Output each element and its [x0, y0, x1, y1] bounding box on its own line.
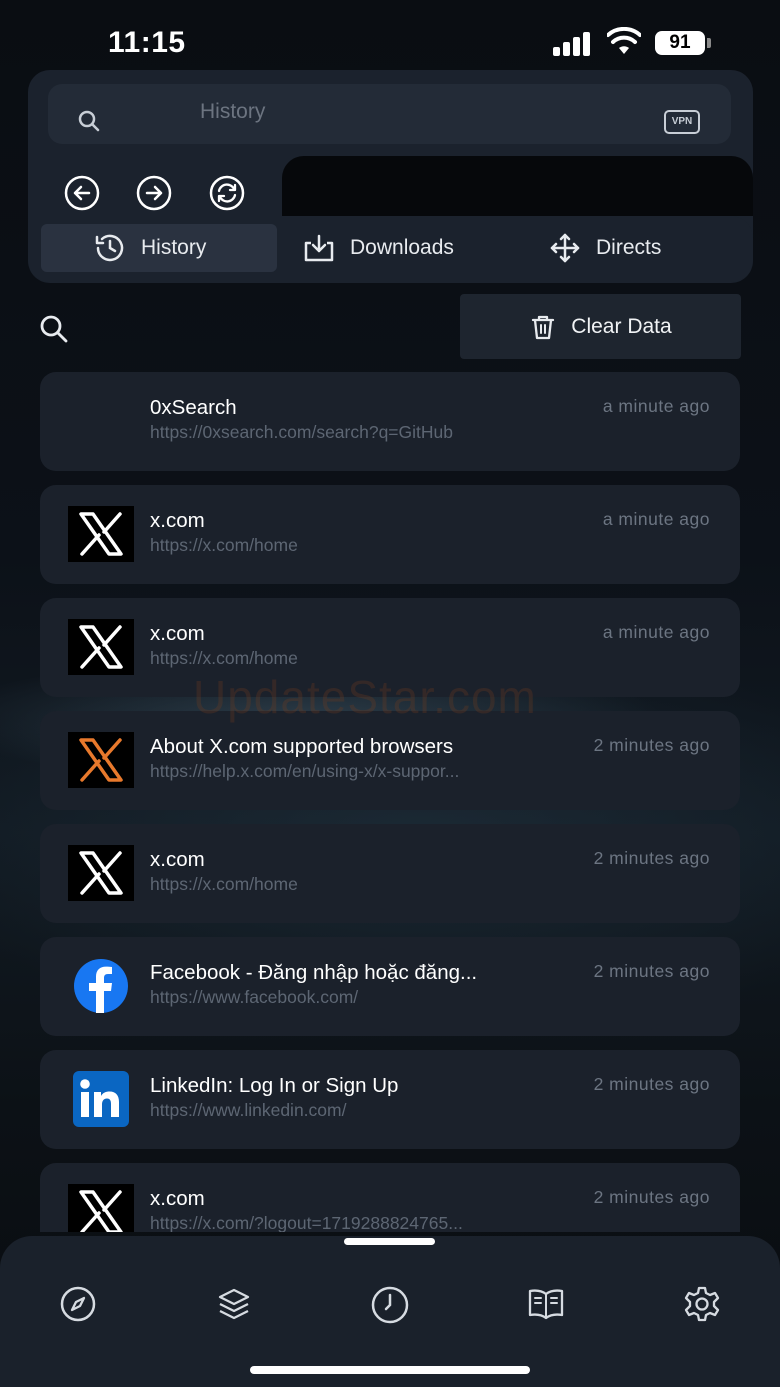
trash-icon — [532, 315, 555, 339]
x-logo-orange-icon — [68, 732, 134, 788]
history-item-url: https://www.linkedin.com/ — [150, 1100, 347, 1120]
settings-icon[interactable] — [682, 1284, 722, 1324]
x-logo-icon — [68, 506, 134, 562]
history-item-url: https://help.x.com/en/using-x/x-suppor..… — [150, 761, 460, 781]
history-item-url: https://x.com/?logout=1719288824765... — [150, 1213, 463, 1232]
battery-indicator: 91 — [655, 31, 705, 55]
search-icon[interactable] — [38, 313, 70, 345]
drag-handle[interactable] — [344, 1238, 435, 1245]
history-item-title: x.com — [150, 622, 205, 645]
history-item-title: x.com — [150, 1187, 205, 1210]
history-item[interactable]: Facebook - Đăng nhập hoặc đăng... https:… — [40, 937, 740, 1036]
clear-data-label: Clear Data — [571, 314, 672, 338]
clock-icon[interactable] — [370, 1284, 410, 1324]
history-item-url: https://0xsearch.com/search?q=GitHub — [150, 422, 453, 442]
tab-downloads-label: Downloads — [350, 236, 454, 259]
x-logo-icon — [68, 1184, 134, 1232]
reload-icon[interactable] — [208, 174, 246, 212]
panel-cutout — [282, 156, 753, 216]
history-item-time: 2 minutes ago — [593, 848, 710, 868]
vpn-icon[interactable]: VPN — [664, 110, 700, 134]
search-icon — [78, 110, 100, 132]
history-item[interactable]: x.com https://x.com/home 2 minutes ago — [40, 824, 740, 923]
compass-icon[interactable] — [58, 1284, 98, 1324]
history-item[interactable]: About X.com supported browsers https://h… — [40, 711, 740, 810]
tab-directs[interactable]: Directs — [548, 224, 738, 272]
history-list: 0xSearch https://0xsearch.com/search?q=G… — [40, 372, 740, 1232]
wifi-icon — [607, 27, 641, 54]
forward-icon[interactable] — [135, 174, 173, 212]
history-item-url: https://x.com/home — [150, 648, 298, 668]
history-item[interactable]: LinkedIn: Log In or Sign Up https://www.… — [40, 1050, 740, 1149]
history-item[interactable]: x.com https://x.com/?logout=171928882476… — [40, 1163, 740, 1232]
history-item[interactable]: 0xSearch https://0xsearch.com/search?q=G… — [40, 372, 740, 471]
history-item-time: a minute ago — [602, 396, 710, 416]
history-item-title: x.com — [150, 848, 205, 871]
tab-history[interactable]: History — [41, 224, 277, 272]
history-item-time: 2 minutes ago — [593, 1187, 710, 1207]
x-logo-icon — [68, 845, 134, 901]
facebook-icon — [74, 959, 128, 1013]
home-indicator — [250, 1366, 530, 1374]
address-bar[interactable] — [48, 84, 731, 144]
download-icon — [304, 234, 334, 262]
book-icon[interactable] — [526, 1284, 566, 1324]
layers-icon[interactable] — [214, 1284, 254, 1324]
tab-downloads[interactable]: Downloads — [302, 224, 502, 272]
clear-data-button[interactable]: Clear Data — [460, 294, 741, 359]
history-item-title: 0xSearch — [150, 396, 237, 419]
history-item-url: https://x.com/home — [150, 535, 298, 555]
status-bar: 11:15 91 — [0, 0, 780, 80]
tab-history-label: History — [141, 236, 207, 259]
tab-directs-label: Directs — [596, 236, 662, 259]
clock-icon — [95, 234, 124, 262]
move-icon — [550, 233, 580, 263]
history-item-time: a minute ago — [602, 509, 710, 529]
history-item-time: 2 minutes ago — [593, 961, 710, 981]
history-item-title: x.com — [150, 509, 205, 532]
history-item-title: LinkedIn: Log In or Sign Up — [150, 1074, 399, 1097]
watermark: UpdateStar.com — [193, 671, 537, 723]
history-item[interactable]: x.com https://x.com/home a minute ago — [40, 485, 740, 584]
history-item-title: Facebook - Đăng nhập hoặc đăng... — [150, 961, 478, 984]
x-logo-icon — [68, 619, 134, 675]
history-item-time: a minute ago — [602, 622, 710, 642]
status-time: 11:15 — [108, 26, 186, 59]
history-item-time: 2 minutes ago — [593, 735, 710, 755]
history-item-title: About X.com supported browsers — [150, 735, 454, 758]
history-item-url: https://x.com/home — [150, 874, 298, 894]
cellular-signal-icon — [553, 30, 593, 56]
back-icon[interactable] — [63, 174, 101, 212]
battery-tip — [707, 38, 711, 48]
history-item-url: https://www.facebook.com/ — [150, 987, 359, 1007]
linkedin-icon — [73, 1071, 129, 1127]
address-text[interactable]: History — [200, 100, 265, 124]
history-item-time: 2 minutes ago — [593, 1074, 710, 1094]
